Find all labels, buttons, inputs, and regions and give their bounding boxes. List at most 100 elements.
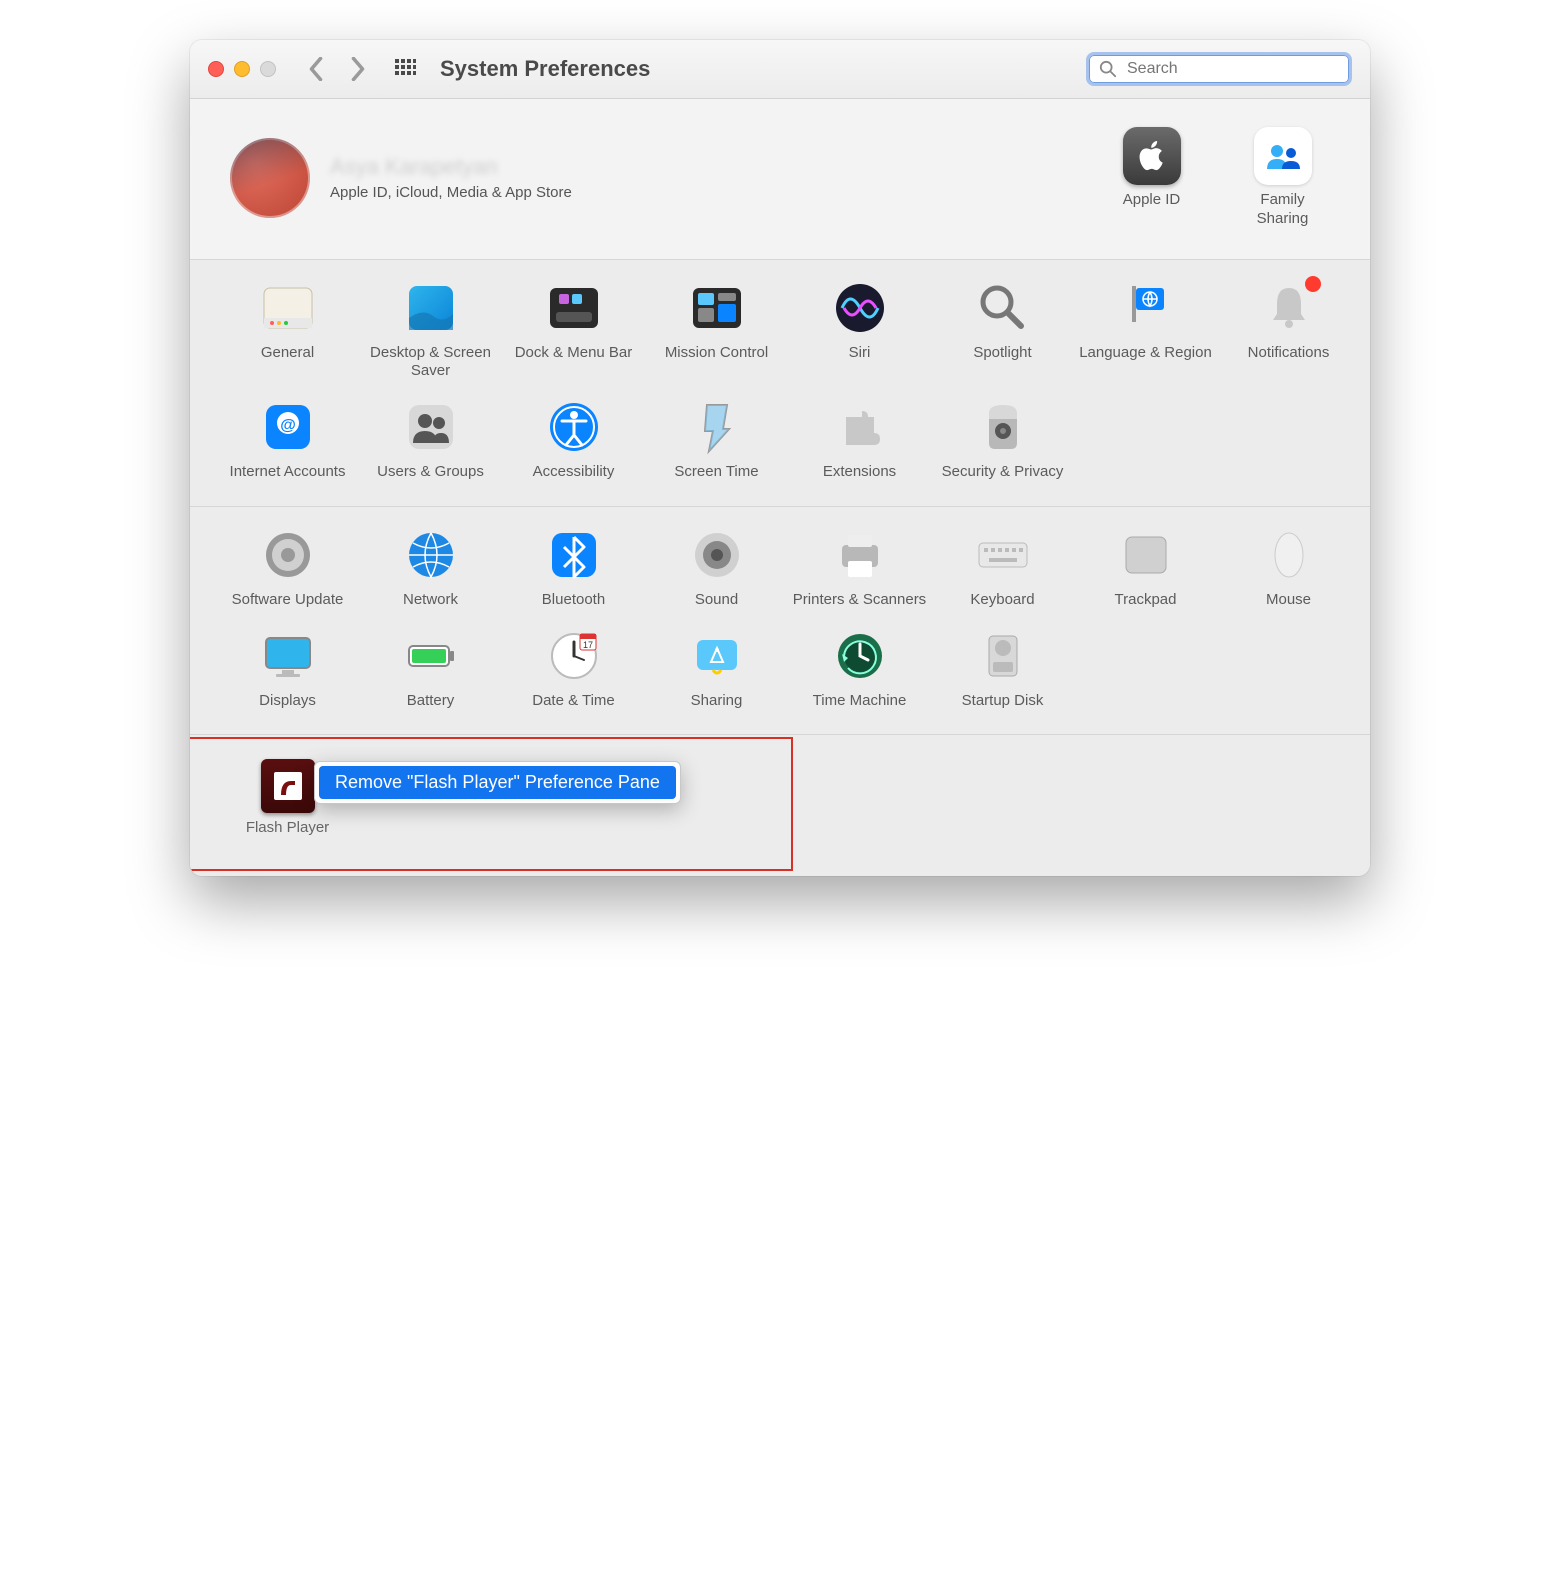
general-label: General [220, 344, 355, 363]
minimize-button[interactable] [234, 61, 250, 77]
battery-icon [403, 628, 459, 684]
back-button[interactable] [308, 57, 324, 81]
software-icon [260, 527, 316, 583]
profile-subtitle: Apple ID, iCloud, Media & App Store [330, 184, 572, 201]
system-panel: General Desktop & Screen Saver Dock & Menu… [190, 260, 1370, 507]
pref-general[interactable]: General [220, 280, 355, 382]
notification-badge [1305, 276, 1321, 292]
pref-displays[interactable]: Displays [220, 628, 355, 711]
mouse-label: Mouse [1221, 591, 1356, 610]
sound-label: Sound [649, 591, 784, 610]
pref-internet[interactable]: @ Internet Accounts [220, 399, 355, 482]
pref-mouse[interactable]: Mouse [1221, 527, 1356, 610]
pref-sharing[interactable]: Sharing [649, 628, 784, 711]
pref-network[interactable]: Network [363, 527, 498, 610]
bluetooth-label: Bluetooth [506, 591, 641, 610]
printers-label: Printers & Scanners [792, 591, 927, 610]
pref-keyboard[interactable]: Keyboard [935, 527, 1070, 610]
pref-software[interactable]: Software Update [220, 527, 355, 610]
family-sharing-item[interactable]: Family Sharing [1235, 127, 1330, 229]
pref-datetime[interactable]: 17 Date & Time [506, 628, 641, 711]
titlebar: System Preferences [190, 40, 1370, 99]
keyboard-label: Keyboard [935, 591, 1070, 610]
close-button[interactable] [208, 61, 224, 77]
network-label: Network [363, 591, 498, 610]
general-icon [260, 280, 316, 336]
search-input[interactable] [1125, 59, 1339, 79]
svg-text:17: 17 [582, 640, 592, 650]
search-field[interactable] [1086, 52, 1352, 86]
pref-mission[interactable]: Mission Control [649, 280, 784, 382]
language-icon [1118, 280, 1174, 336]
pref-battery[interactable]: Battery [363, 628, 498, 711]
notifications-label: Notifications [1221, 344, 1356, 363]
security-icon [975, 399, 1031, 455]
pref-desktop[interactable]: Desktop & Screen Saver [363, 280, 498, 382]
profile-row[interactable]: Asya Karapetyan Apple ID, iCloud, Media … [190, 99, 1370, 260]
apple-id-icon [1123, 127, 1181, 185]
family-sharing-icon [1254, 127, 1312, 185]
dock-label: Dock & Menu Bar [506, 344, 641, 363]
extensions-label: Extensions [792, 463, 927, 482]
users-label: Users & Groups [363, 463, 498, 482]
system-preferences-window: System Preferences Asya Karapetyan Apple… [190, 40, 1370, 876]
displays-icon [260, 628, 316, 684]
users-icon [403, 399, 459, 455]
pref-language[interactable]: Language & Region [1078, 280, 1213, 382]
datetime-label: Date & Time [506, 692, 641, 711]
show-all-button[interactable] [394, 58, 416, 80]
pref-screentime[interactable]: Screen Time [649, 399, 784, 482]
spotlight-icon [975, 280, 1031, 336]
desktop-label: Desktop & Screen Saver [363, 344, 498, 382]
thirdparty-panel: Flash Player Remove "Flash Player" Prefe… [190, 735, 1370, 876]
internet-label: Internet Accounts [220, 463, 355, 482]
pref-spotlight[interactable]: Spotlight [935, 280, 1070, 382]
mouse-icon [1261, 527, 1317, 583]
profile-side-items: Apple ID Family Sharing [1104, 127, 1330, 229]
accessibility-label: Accessibility [506, 463, 641, 482]
timemachine-icon [832, 628, 888, 684]
profile-name: Asya Karapetyan [330, 154, 572, 180]
pref-siri[interactable]: Siri [792, 280, 927, 382]
pref-trackpad[interactable]: Trackpad [1078, 527, 1213, 610]
window-controls [208, 61, 276, 77]
svg-text:@: @ [280, 417, 296, 434]
pref-timemachine[interactable]: Time Machine [792, 628, 927, 711]
desktop-icon [403, 280, 459, 336]
context-menu: Remove "Flash Player" Preference Pane [314, 761, 681, 804]
timemachine-label: Time Machine [792, 692, 927, 711]
siri-label: Siri [792, 344, 927, 363]
bluetooth-icon [546, 527, 602, 583]
hardware-panel: Software Update Network Bluetooth Sound Prin… [190, 507, 1370, 736]
mission-label: Mission Control [649, 344, 784, 363]
pref-users[interactable]: Users & Groups [363, 399, 498, 482]
siri-icon [832, 280, 888, 336]
forward-button[interactable] [350, 57, 366, 81]
pref-dock[interactable]: Dock & Menu Bar [506, 280, 641, 382]
displays-label: Displays [220, 692, 355, 711]
pref-sound[interactable]: Sound [649, 527, 784, 610]
trackpad-label: Trackpad [1078, 591, 1213, 610]
pref-notifications[interactable]: Notifications [1221, 280, 1356, 382]
zoom-button[interactable] [260, 61, 276, 77]
profile-avatar[interactable] [230, 138, 310, 218]
pref-extensions[interactable]: Extensions [792, 399, 927, 482]
startup-icon [975, 628, 1031, 684]
apple-id-item[interactable]: Apple ID [1104, 127, 1199, 229]
remove-pane-menuitem[interactable]: Remove "Flash Player" Preference Pane [319, 766, 676, 799]
extensions-icon [832, 399, 888, 455]
pref-startup[interactable]: Startup Disk [935, 628, 1070, 711]
apple-id-label: Apple ID [1104, 191, 1199, 210]
datetime-icon: 17 [546, 628, 602, 684]
sharing-label: Sharing [649, 692, 784, 711]
pref-accessibility[interactable]: Accessibility [506, 399, 641, 482]
family-sharing-label: Family Sharing [1235, 191, 1330, 229]
pref-security[interactable]: Security & Privacy [935, 399, 1070, 482]
sound-icon [689, 527, 745, 583]
language-label: Language & Region [1078, 344, 1213, 363]
security-label: Security & Privacy [935, 463, 1070, 482]
pref-printers[interactable]: Printers & Scanners [792, 527, 927, 610]
dock-icon [546, 280, 602, 336]
pref-bluetooth[interactable]: Bluetooth [506, 527, 641, 610]
nav-arrows [308, 57, 366, 81]
